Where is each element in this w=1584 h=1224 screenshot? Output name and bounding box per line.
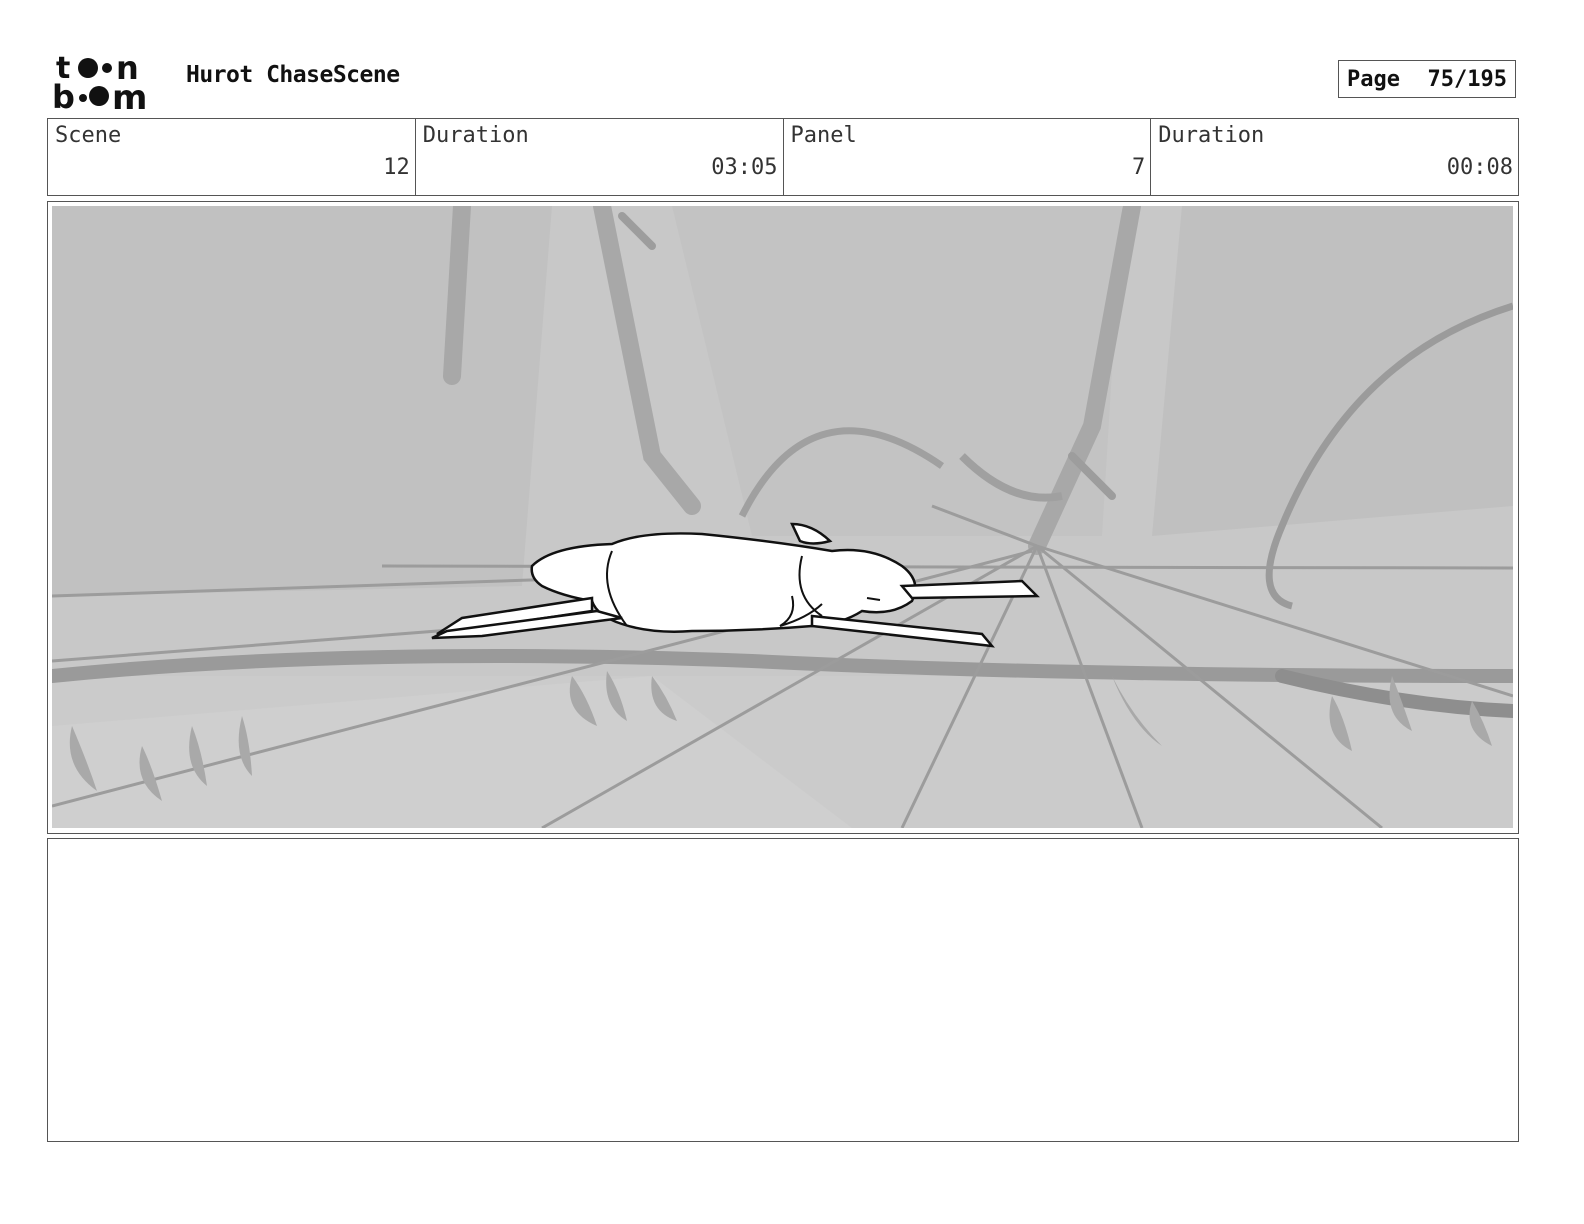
sketch-image xyxy=(52,206,1513,828)
panel-notes-box xyxy=(47,838,1519,1142)
page-label: Page xyxy=(1347,66,1400,92)
panel-duration-cell: Duration 00:08 xyxy=(1151,119,1518,195)
toon-boom-logo: t n b m xyxy=(52,50,164,112)
panel-label: Panel xyxy=(790,123,857,148)
scene-label: Scene xyxy=(55,123,122,148)
panel-info-row: Scene 12 Duration 03:05 Panel 7 Duration… xyxy=(47,118,1519,196)
scene-duration-value: 03:05 xyxy=(711,155,778,180)
storyboard-title: Hurot ChaseScene xyxy=(186,62,400,88)
scene-duration-cell: Duration 03:05 xyxy=(416,119,784,195)
toon-boom-logo-icon: t n b m xyxy=(52,50,147,112)
scene-cell: Scene 12 xyxy=(48,119,416,195)
page-number: 75/195 xyxy=(1427,66,1507,92)
scene-duration-label: Duration xyxy=(422,123,529,148)
svg-text:m: m xyxy=(112,78,147,112)
page-indicator: Page 75/195 xyxy=(1338,60,1516,98)
svg-text:b: b xyxy=(52,78,75,112)
panel-duration-label: Duration xyxy=(1158,123,1265,148)
storyboard-panel xyxy=(47,201,1519,834)
scene-value: 12 xyxy=(383,155,410,180)
panel-duration-value: 00:08 xyxy=(1446,155,1513,180)
panel-value: 7 xyxy=(1132,155,1146,180)
storyboard-sketch xyxy=(52,206,1513,828)
panel-cell: Panel 7 xyxy=(784,119,1152,195)
